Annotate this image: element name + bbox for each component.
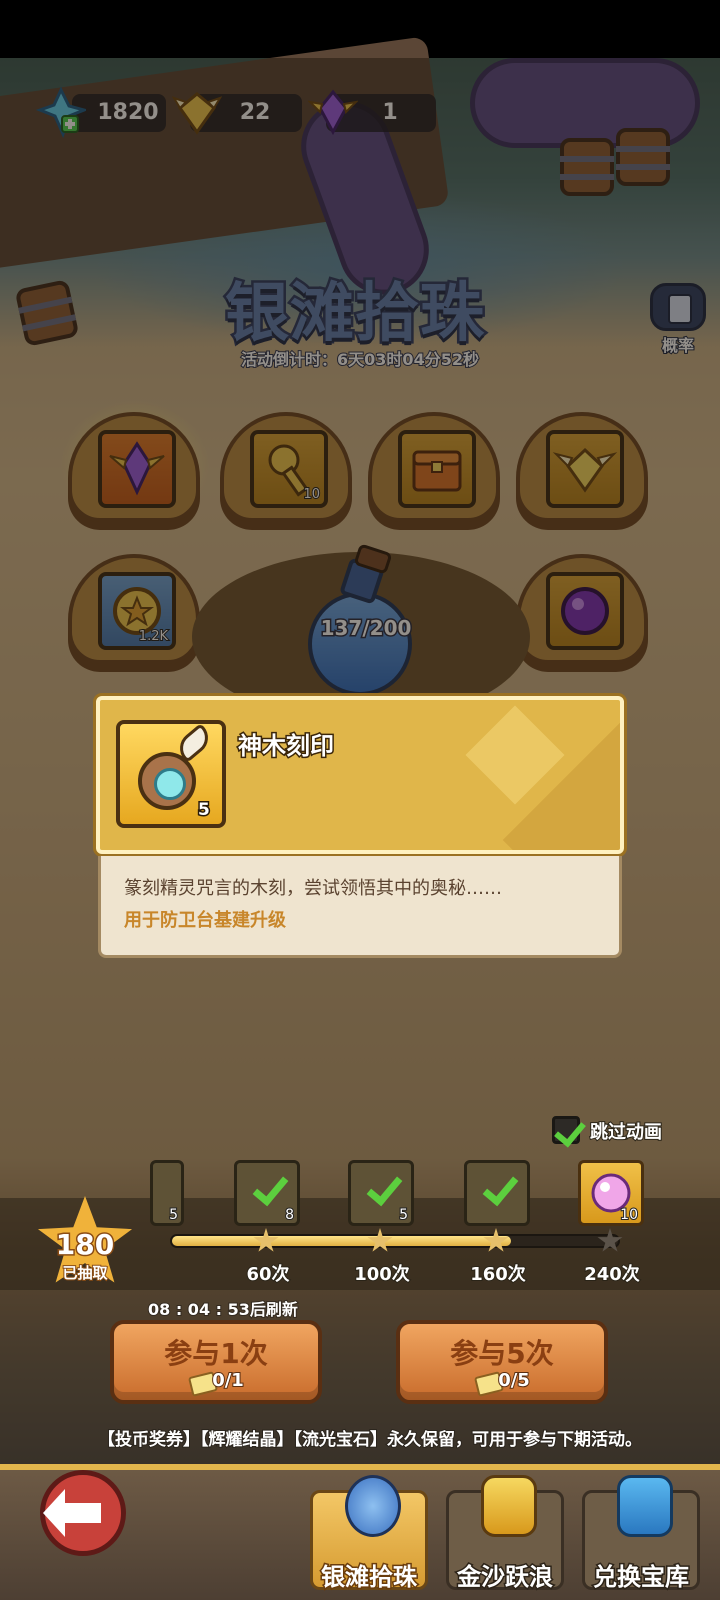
skip-animation-checkbox[interactable] <box>552 1116 580 1144</box>
tab-label: 金沙跃浪 <box>456 1562 555 1593</box>
check-icon <box>481 1175 515 1209</box>
milestone-progress-fill <box>172 1236 511 1246</box>
back-arrow-icon <box>43 1489 101 1537</box>
draw-five-cost: 0/5 <box>497 1369 531 1392</box>
milestone-label: 240次 <box>583 1263 641 1286</box>
back-button[interactable] <box>40 1470 126 1556</box>
draw-once-label: 参与1次 <box>164 1337 268 1370</box>
draw-count-label: 已抽取 <box>61 1263 108 1283</box>
milestone-reward[interactable]: 10 <box>578 1160 644 1226</box>
gold-crown-icon <box>481 1475 537 1537</box>
milestone-reward[interactable]: 5 <box>348 1160 414 1226</box>
reward-count: 5 <box>168 1206 179 1224</box>
draw-once-button[interactable]: 参与1次 0/1 <box>110 1320 322 1404</box>
item-usage: 用于防卫台基建升级 <box>124 910 286 931</box>
tab-exchange-vault[interactable]: 兑换宝库 <box>582 1475 700 1593</box>
item-name: 神木刻印 <box>237 731 336 762</box>
draw-count-value: 180 <box>54 1227 115 1263</box>
rune-disc-icon <box>138 752 196 810</box>
milestone-reward[interactable] <box>464 1160 530 1226</box>
milestone-label: 60次 <box>245 1263 290 1286</box>
tab-label: 银滩拾珠 <box>320 1562 419 1593</box>
refresh-timer: 08 : 04 : 53后刷新 <box>147 1299 299 1320</box>
draw-five-button[interactable]: 参与5次 0/5 <box>396 1320 608 1404</box>
milestone-label: 100次 <box>353 1263 411 1286</box>
milestone-label: 160次 <box>469 1263 527 1286</box>
retention-notice: 【投币奖券】【辉耀结晶】【流光宝石】永久保留，可用于参与下期活动。 <box>97 1429 643 1451</box>
draw-once-cost: 0/1 <box>211 1369 245 1392</box>
reward-count: 5 <box>398 1206 409 1224</box>
check-icon <box>251 1175 285 1209</box>
item-description: 篆刻精灵咒言的木刻，尝试领悟其中的奥秘…… <box>124 878 502 899</box>
tab-silver-beach[interactable]: 银滩拾珠 <box>310 1475 428 1593</box>
decoration <box>465 705 565 805</box>
milestone-reward[interactable]: 8 <box>234 1160 300 1226</box>
check-icon <box>365 1175 399 1209</box>
skip-animation-label[interactable]: 跳过动画 <box>589 1118 663 1144</box>
reward-count: 8 <box>284 1206 295 1224</box>
treasure-basket-icon <box>617 1475 673 1537</box>
tab-gold-sand[interactable]: 金沙跃浪 <box>446 1475 564 1593</box>
bottle-icon <box>345 1475 401 1537</box>
item-count: 5 <box>197 799 212 822</box>
reward-count: 10 <box>619 1206 639 1224</box>
draw-five-label: 参与5次 <box>450 1337 554 1370</box>
milestone-reward-partial[interactable]: 5 <box>150 1160 184 1226</box>
tab-label: 兑换宝库 <box>592 1562 691 1593</box>
